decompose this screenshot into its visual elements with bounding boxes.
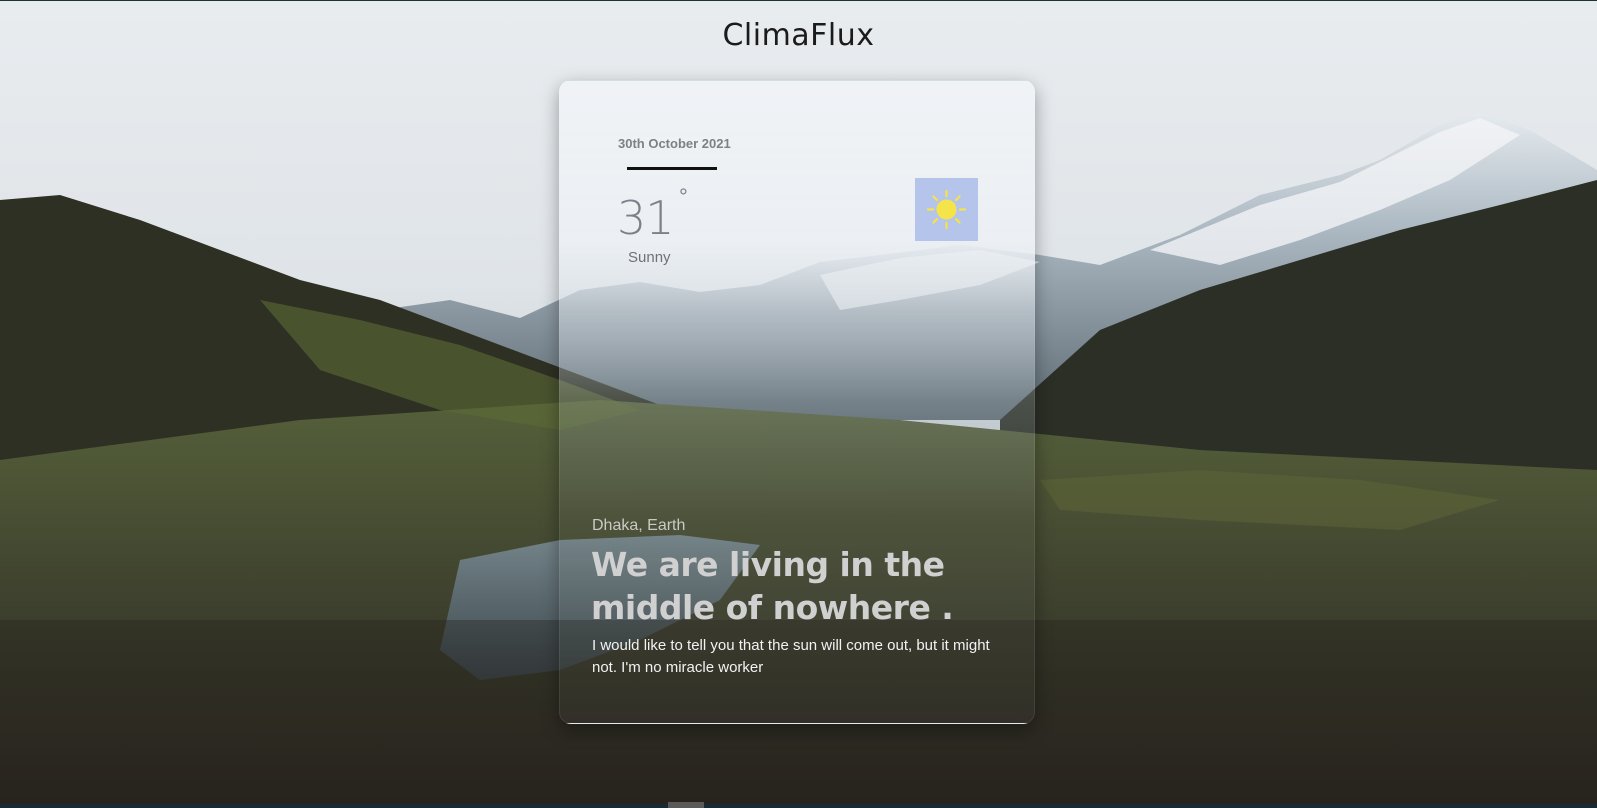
app-title: ClimaFlux — [722, 18, 875, 53]
bottom-scroll-handle[interactable] — [668, 802, 704, 808]
quote-text: I would like to tell you that the sun wi… — [592, 637, 990, 676]
weather-date: 30th October 2021 — [618, 136, 731, 151]
temperature-value: 31 — [617, 191, 675, 245]
page: ClimaFlux 30th October 2021 31 ° Sunny D… — [0, 0, 1597, 808]
date-underline-divider — [627, 167, 717, 170]
weather-condition: Sunny — [628, 249, 671, 266]
location-label: Dhaka, Earth — [592, 517, 686, 534]
degree-symbol: ° — [679, 184, 688, 209]
sun-icon — [915, 178, 978, 241]
bottom-strip — [0, 804, 1597, 808]
weather-card: 30th October 2021 31 ° Sunny Dhaka, Eart… — [559, 80, 1035, 724]
headline-text: We are living in the middle of nowhere . — [591, 545, 954, 627]
